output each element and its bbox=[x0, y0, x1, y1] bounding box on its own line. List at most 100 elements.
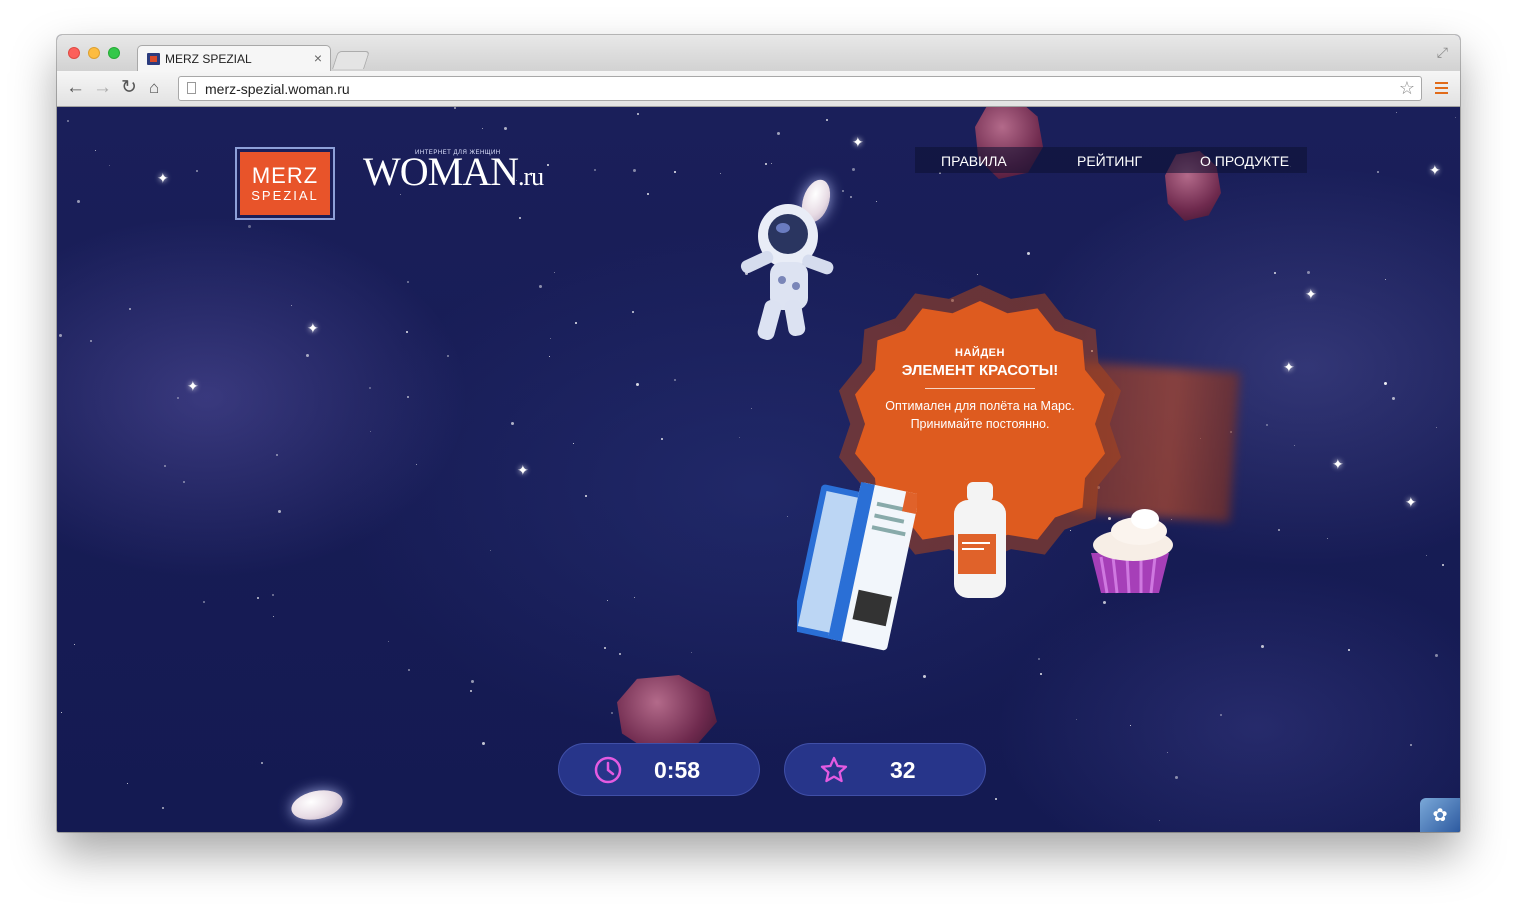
background-star bbox=[1377, 171, 1379, 173]
background-star bbox=[1442, 564, 1444, 566]
background-star bbox=[549, 356, 550, 357]
tab-strip: MERZ SPEZIAL × ⤢ bbox=[57, 35, 1460, 71]
background-star bbox=[370, 431, 371, 432]
sparkle-star: ✦ bbox=[517, 462, 529, 478]
background-star bbox=[1410, 744, 1412, 746]
background-star bbox=[575, 322, 577, 324]
background-star bbox=[416, 464, 417, 465]
background-star bbox=[661, 438, 663, 440]
rock-bottom-center bbox=[617, 675, 717, 753]
background-star bbox=[407, 281, 409, 283]
background-star bbox=[59, 334, 62, 337]
background-star bbox=[1027, 252, 1030, 255]
background-star bbox=[1278, 529, 1280, 531]
background-star bbox=[454, 107, 456, 109]
background-star bbox=[1076, 719, 1077, 720]
background-star bbox=[248, 225, 251, 228]
home-button[interactable]: ⌂ bbox=[149, 77, 159, 99]
background-star bbox=[127, 783, 128, 784]
popup-desc-line2: Принимайте постоянно. bbox=[910, 417, 1050, 431]
merz-spezial-logo[interactable]: MERZ SPEZIAL bbox=[235, 147, 335, 220]
popup-found-label: НАЙДЕН bbox=[955, 347, 1005, 359]
background-star bbox=[547, 164, 549, 166]
background-star bbox=[203, 601, 205, 603]
popup-title: ЭЛЕМЕНТ КРАСОТЫ! bbox=[901, 362, 1059, 379]
popup-divider bbox=[925, 388, 1035, 389]
nav-link-product[interactable]: О ПРОДУКТЕ bbox=[1200, 153, 1289, 169]
background-star bbox=[471, 680, 474, 683]
score-value: 32 bbox=[890, 757, 916, 783]
zoom-window-button[interactable] bbox=[108, 47, 120, 59]
merz-logo-line2: SPEZIAL bbox=[251, 187, 319, 203]
close-tab-icon[interactable]: × bbox=[314, 50, 322, 66]
background-star bbox=[611, 712, 613, 714]
url-text[interactable]: merz-spezial.woman.ru bbox=[205, 81, 350, 97]
corner-widget-icon[interactable]: ✿ bbox=[1420, 798, 1460, 832]
background-star bbox=[196, 170, 198, 172]
fullscreen-icon[interactable]: ⤢ bbox=[1437, 44, 1448, 61]
sparkle-star: ✦ bbox=[1429, 162, 1441, 178]
background-star bbox=[739, 437, 740, 438]
forward-button[interactable]: → bbox=[93, 77, 112, 99]
woman-logo-suffix: .ru bbox=[517, 162, 544, 191]
score-display: 32 bbox=[784, 743, 986, 796]
background-star bbox=[691, 652, 692, 653]
background-star bbox=[852, 168, 855, 171]
background-star bbox=[1392, 397, 1395, 400]
background-star bbox=[273, 616, 274, 617]
astronaut-image bbox=[740, 204, 834, 340]
address-bar[interactable]: merz-spezial.woman.ru ☆ bbox=[178, 76, 1422, 101]
close-window-button[interactable] bbox=[68, 47, 80, 59]
browser-toolbar: ← → ↻ ⌂ merz-spezial.woman.ru ☆ bbox=[57, 71, 1460, 107]
background-star bbox=[1130, 725, 1131, 726]
background-star bbox=[751, 408, 752, 409]
background-star bbox=[607, 600, 608, 601]
nav-link-rating[interactable]: РЕЙТИНГ bbox=[1077, 153, 1142, 169]
background-star bbox=[129, 308, 131, 310]
background-star bbox=[490, 550, 491, 551]
tab-title: MERZ SPEZIAL bbox=[165, 52, 252, 66]
background-star bbox=[771, 163, 772, 164]
background-star bbox=[90, 340, 92, 342]
bookmark-star-icon[interactable]: ☆ bbox=[1399, 78, 1415, 99]
background-star bbox=[407, 396, 409, 398]
background-star bbox=[511, 422, 514, 425]
merz-logo-line1: MERZ bbox=[251, 162, 319, 188]
background-star bbox=[1175, 776, 1178, 779]
clock-icon bbox=[594, 756, 622, 784]
nav-link-rules[interactable]: ПРАВИЛА bbox=[941, 153, 1007, 169]
background-star bbox=[995, 798, 997, 800]
top-navigation: ПРАВИЛА РЕЙТИНГ О ПРОДУКТЕ bbox=[915, 147, 1307, 173]
background-star bbox=[604, 647, 606, 649]
cupcake-image bbox=[1091, 509, 1173, 594]
background-star bbox=[554, 272, 555, 273]
background-star bbox=[674, 379, 676, 381]
back-button[interactable]: ← bbox=[66, 77, 85, 99]
popup-desc-line1: Оптимален для полёта на Марс. bbox=[885, 399, 1075, 413]
new-tab-button[interactable] bbox=[332, 51, 370, 69]
background-star bbox=[109, 165, 110, 166]
background-star bbox=[636, 383, 639, 386]
popup-description: Оптимален для полёта на Марс. Принимайте… bbox=[839, 397, 1121, 433]
background-star bbox=[177, 397, 179, 399]
background-star bbox=[1307, 271, 1310, 274]
browser-menu-icon[interactable] bbox=[1435, 82, 1448, 94]
background-star bbox=[1455, 117, 1456, 118]
background-star bbox=[1294, 445, 1295, 446]
background-star bbox=[1159, 820, 1160, 821]
background-star bbox=[647, 193, 649, 195]
boarding-pass-image bbox=[797, 481, 917, 651]
background-star bbox=[573, 443, 574, 444]
woman-ru-logo[interactable]: ИНТЕРНЕТ ДЛЯ ЖЕНЩИН WOMAN.ru bbox=[363, 147, 544, 192]
sparkle-star: ✦ bbox=[1305, 286, 1317, 302]
tab-merz-spezial[interactable]: MERZ SPEZIAL × bbox=[137, 45, 331, 71]
background-star bbox=[977, 274, 978, 275]
game-page: ✦ ✦ ✦ ✦ ✦ ✦ ✦ ✦ ✦ ✦ MERZ SPEZIAL ИНТЕРНЕТ ДЛЯ ЖЕН… bbox=[57, 107, 1460, 832]
minimize-window-button[interactable] bbox=[88, 47, 100, 59]
background-star bbox=[257, 597, 259, 599]
background-star bbox=[162, 807, 164, 809]
background-star bbox=[1261, 645, 1264, 648]
sparkle-star: ✦ bbox=[1405, 494, 1417, 510]
reload-button[interactable]: ↻ bbox=[121, 77, 137, 99]
background-star bbox=[447, 355, 449, 357]
